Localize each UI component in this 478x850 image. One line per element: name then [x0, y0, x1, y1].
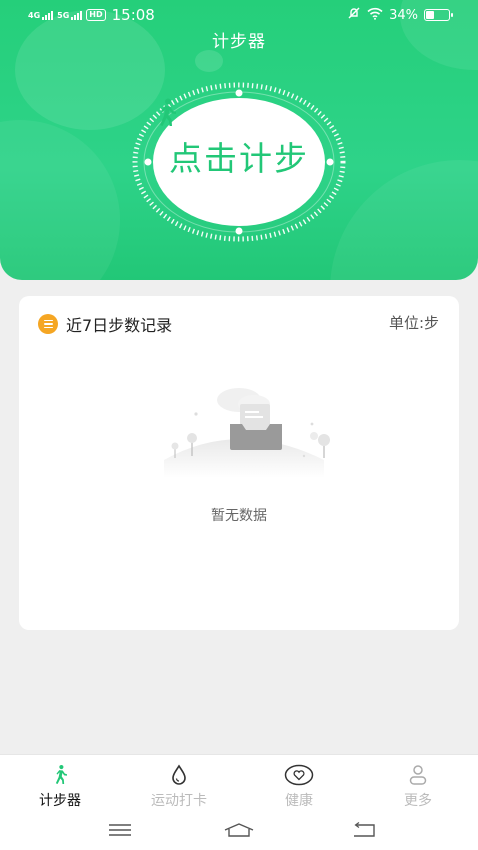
- tab-label: 健康: [285, 793, 313, 809]
- card-title: 近7日步数记录: [66, 316, 173, 335]
- bottom-tab-bar: 计步器 运动打卡 健康 更多: [0, 754, 478, 814]
- system-nav-bar: [0, 814, 478, 850]
- wifi-icon: [367, 7, 383, 24]
- menu-key-icon[interactable]: [100, 818, 140, 842]
- header-hero: 4G 5G HD 15:08 34% 计步器 点击计步: [0, 0, 478, 280]
- tab-label: 计步器: [39, 793, 81, 809]
- battery-level: 34%: [389, 7, 418, 23]
- unit-label: 单位:步: [388, 314, 439, 332]
- hd-voice-icon: HD: [86, 9, 106, 21]
- person-icon: [408, 763, 428, 787]
- empty-inbox-illustration: [144, 378, 334, 482]
- heart-icon: [284, 763, 314, 787]
- step-button-label: 点击计步: [169, 139, 309, 178]
- status-bar: 4G 5G HD 15:08 34%: [0, 0, 478, 30]
- tab-label: 运动打卡: [151, 793, 207, 809]
- step-dial: 点击计步: [129, 80, 349, 245]
- walker-icon: [51, 763, 69, 787]
- step-record-card: 近7日步数记录 单位:步 暂无数据: [19, 296, 459, 630]
- page-title: 计步器: [212, 32, 266, 52]
- back-key-icon[interactable]: [344, 818, 384, 842]
- decor-bubble: [330, 160, 478, 280]
- mute-icon: [347, 6, 361, 24]
- tab-health[interactable]: 健康: [249, 763, 349, 810]
- tab-more[interactable]: 更多: [368, 763, 468, 810]
- empty-state-text: 暂无数据: [211, 508, 267, 524]
- cellular-signal-icon: 5G: [57, 10, 83, 20]
- home-key-icon[interactable]: [219, 818, 259, 842]
- start-step-count-button[interactable]: 点击计步: [153, 98, 325, 226]
- tab-pedometer[interactable]: 计步器: [10, 763, 110, 810]
- tab-exercise-checkin[interactable]: 运动打卡: [129, 763, 229, 810]
- status-time: 15:08: [111, 6, 155, 24]
- battery-icon: [424, 9, 453, 21]
- decor-bubble: [0, 120, 120, 280]
- tab-label: 更多: [404, 793, 432, 809]
- drop-icon: [169, 763, 189, 787]
- decor-bubble: [195, 50, 223, 72]
- list-icon: [38, 314, 58, 334]
- cellular-signal-icon: 4G: [28, 10, 54, 20]
- card-header: 近7日步数记录: [38, 312, 172, 336]
